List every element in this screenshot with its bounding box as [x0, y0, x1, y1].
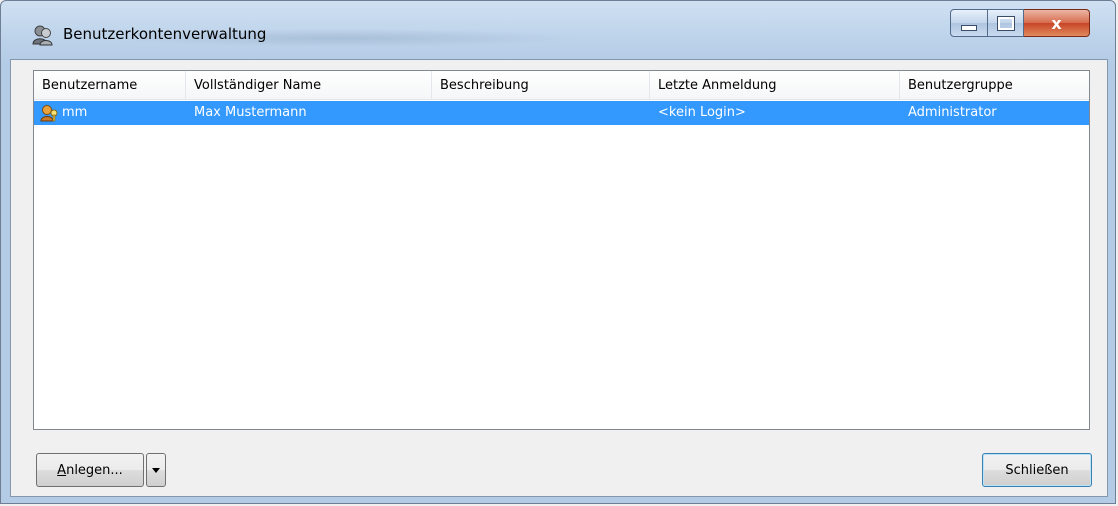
maximize-button[interactable]: [988, 9, 1024, 37]
close-icon: x: [1051, 13, 1062, 33]
dialog-client-area: Benutzername Vollständiger Name Beschrei…: [10, 59, 1108, 497]
window-title: Benutzerkontenverwaltung: [63, 25, 267, 43]
column-header-username[interactable]: Benutzername: [34, 71, 186, 99]
close-button[interactable]: Schließen: [982, 453, 1092, 487]
column-header-last-login[interactable]: Letzte Anmeldung: [650, 71, 900, 99]
user-list[interactable]: Benutzername Vollständiger Name Beschrei…: [33, 70, 1090, 430]
column-header-full-name[interactable]: Vollständiger Name: [186, 71, 432, 99]
cell-group: Administrator: [908, 105, 997, 120]
cell-username: mm: [62, 105, 88, 120]
create-user-dropdown-button[interactable]: [146, 453, 166, 487]
chevron-down-icon: [152, 467, 160, 473]
cell-full-name: Max Mustermann: [194, 105, 307, 120]
create-user-button[interactable]: Anlegen...: [36, 453, 144, 487]
create-user-label: nlegen...: [66, 462, 123, 478]
list-header: Benutzername Vollständiger Name Beschrei…: [34, 71, 1089, 100]
table-row[interactable]: mm Max Mustermann <kein Login> Administr…: [34, 101, 1089, 125]
user-accounts-icon: [31, 23, 55, 47]
maximize-icon: [996, 15, 1015, 31]
column-header-description[interactable]: Beschreibung: [432, 71, 650, 99]
title-bar[interactable]: Benutzerkontenverwaltung x: [1, 1, 1115, 63]
close-window-button[interactable]: x: [1024, 9, 1090, 37]
cell-last-login: <kein Login>: [658, 105, 746, 120]
cell-description: [432, 101, 440, 125]
create-user-accelerator: A: [57, 462, 67, 478]
user-accounts-window: Benutzerkontenverwaltung x Benutzername …: [0, 0, 1116, 504]
minimize-button[interactable]: [950, 9, 988, 37]
minimize-icon: [961, 25, 977, 31]
column-header-group[interactable]: Benutzergruppe: [900, 71, 1090, 99]
